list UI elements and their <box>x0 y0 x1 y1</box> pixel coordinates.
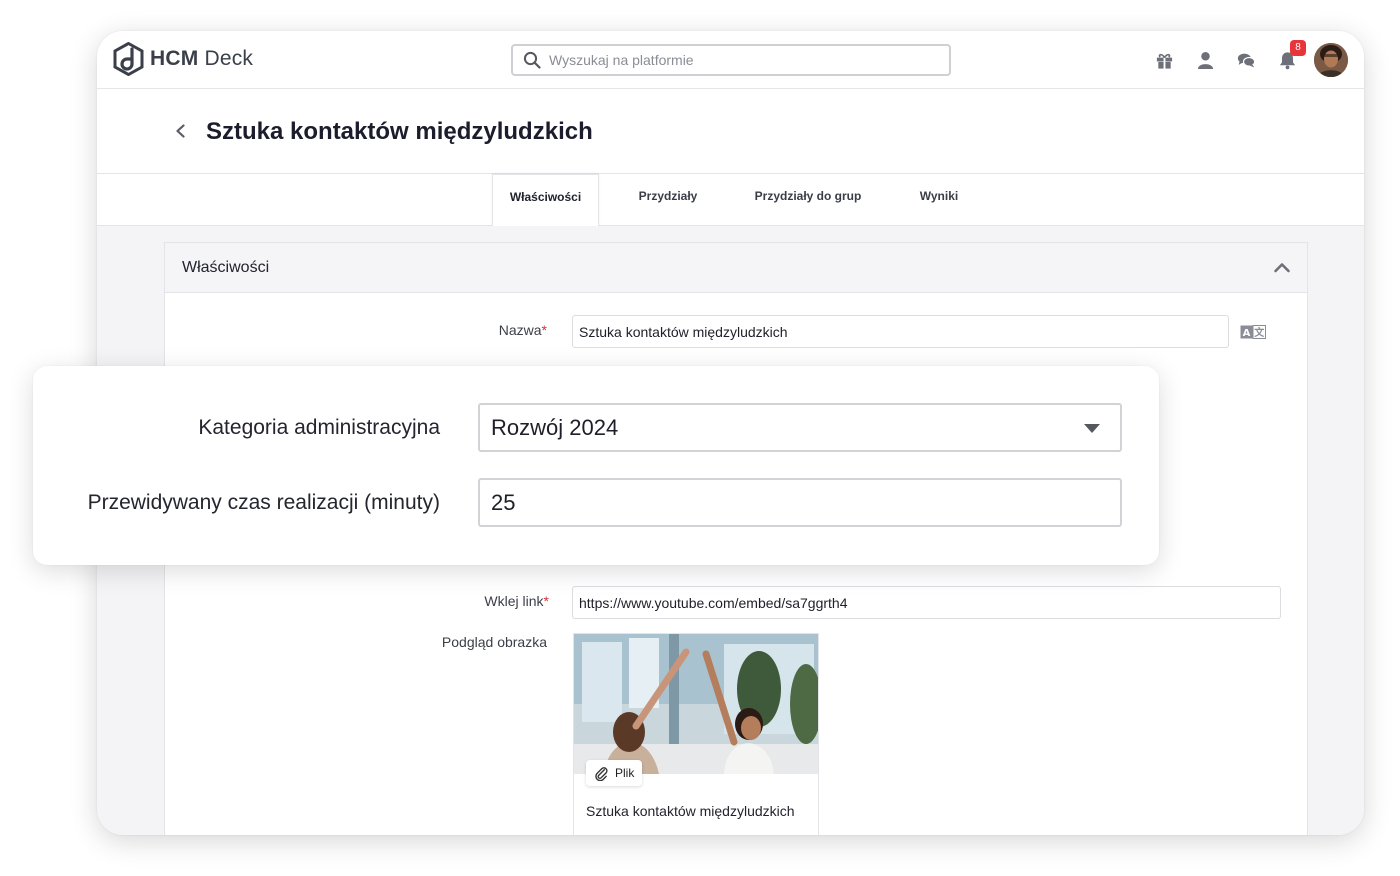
header-actions: 8 <box>1134 40 1348 78</box>
top-bar: HCM Deck Wyszukaj na platformie 8 <box>97 31 1364 89</box>
chevron-up-icon[interactable] <box>1273 260 1291 274</box>
caret-down-icon <box>1084 424 1100 433</box>
preview-caption: Sztuka kontaktów międzyludzkich <box>586 803 795 819</box>
tab-group-assignments[interactable]: Przydziały do grup <box>745 174 871 226</box>
avatar-photo <box>1314 43 1348 77</box>
translate-icon[interactable]: A 文 <box>1240 325 1266 339</box>
back-chevron-icon[interactable] <box>173 123 189 139</box>
link-input[interactable] <box>572 586 1281 619</box>
search-icon <box>523 51 541 69</box>
preview-image <box>574 634 818 774</box>
zoomed-fields-panel: Kategoria administracyjna Rozwój 2024 Pr… <box>33 366 1159 565</box>
duration-input[interactable]: 25 <box>478 478 1122 527</box>
file-chip[interactable]: Plik <box>586 760 643 786</box>
name-input[interactable] <box>572 315 1229 348</box>
duration-label: Przewidywany czas realizacji (minuty) <box>87 491 440 514</box>
file-chip-label: Plik <box>615 766 635 780</box>
profile-button[interactable] <box>1194 49 1216 71</box>
tab-properties[interactable]: Właściwości <box>492 174 599 227</box>
search-box[interactable] <box>511 44 951 76</box>
link-label: Wklej link* <box>484 593 549 609</box>
preview-label: Podgląd obrazka <box>441 634 547 650</box>
category-select[interactable]: Rozwój 2024 <box>478 403 1122 452</box>
page-header: Sztuka kontaktów międzyludzkich <box>97 89 1364 174</box>
logo-text: HCM Deck <box>150 47 254 70</box>
avatar[interactable] <box>1314 43 1348 77</box>
hcm-deck-logo-icon <box>113 42 144 76</box>
image-preview-card[interactable]: Plik Sztuka kontaktów międzyludzkich <box>573 633 819 835</box>
properties-panel-header[interactable]: Właściwości <box>165 243 1307 293</box>
properties-panel-title: Właściwości <box>182 259 270 276</box>
category-select-value: Rozwój 2024 <box>491 414 619 440</box>
tab-bar: Właściwości Przydziały Przydziały do gru… <box>97 174 1364 227</box>
page-title: Sztuka kontaktów międzyludzkich <box>206 118 593 145</box>
gift-icon <box>1156 53 1172 69</box>
notifications-button[interactable]: 8 <box>1276 40 1306 71</box>
svg-text:A: A <box>1243 328 1251 339</box>
duration-input-value: 25 <box>491 489 516 515</box>
logo[interactable]: HCM Deck <box>113 42 253 76</box>
chat-icon <box>1237 53 1255 67</box>
svg-text:文: 文 <box>1254 326 1265 339</box>
search-input[interactable] <box>549 52 929 68</box>
name-label: Nazwa* <box>498 322 547 338</box>
category-label: Kategoria administracyjna <box>198 416 440 439</box>
gift-button[interactable] <box>1153 49 1175 71</box>
tab-results[interactable]: Wyniki <box>909 174 969 226</box>
user-icon <box>1197 51 1213 69</box>
messages-button[interactable] <box>1235 49 1257 71</box>
tab-assignments[interactable]: Przydziały <box>622 174 714 226</box>
notification-badge: 8 <box>1290 40 1306 56</box>
paperclip-icon <box>595 766 608 781</box>
